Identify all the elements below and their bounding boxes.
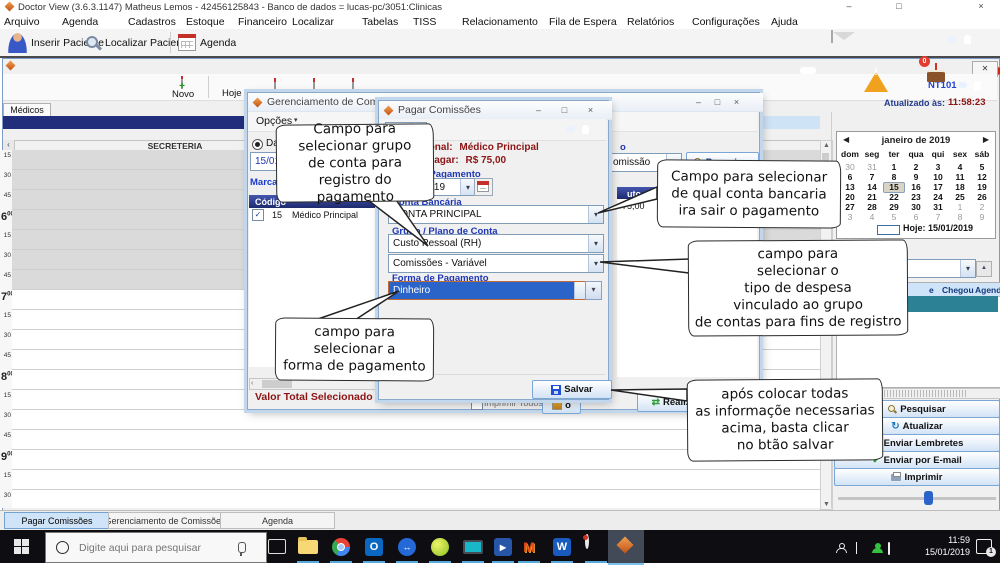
- menu-item-9[interactable]: Relacionamento: [462, 16, 538, 28]
- menu-item-8[interactable]: TISS: [413, 16, 436, 28]
- menu-item-11[interactable]: Relatórios: [627, 16, 674, 28]
- window-title: Doctor View (3.6.3.1147) Matheus Lemos -…: [18, 2, 442, 13]
- birthday-badge: 0: [919, 56, 930, 67]
- close-button[interactable]: [968, 0, 994, 13]
- calendar-icon: [178, 34, 196, 51]
- toolbar-separator: [170, 32, 171, 53]
- maximize-button[interactable]: [886, 0, 912, 13]
- menu-item-7[interactable]: Tabelas: [362, 16, 398, 28]
- magnifier-icon: [84, 34, 101, 51]
- menu-item-10[interactable]: Fila de Espera: [549, 16, 617, 28]
- app-icon: [5, 2, 15, 12]
- os-titlebar: Doctor View (3.6.3.1147) Matheus Lemos -…: [0, 0, 1000, 15]
- patient-icon: [8, 33, 27, 53]
- menu-item-4[interactable]: Estoque: [186, 16, 225, 28]
- menu-item-1[interactable]: Arquivo: [4, 16, 40, 28]
- main-toolbar: Inserir Paciente Localizar Paciente Agen…: [0, 29, 1000, 58]
- menu-item-3[interactable]: Cadastros: [128, 16, 176, 28]
- warning-icon[interactable]: [864, 61, 888, 92]
- mail-icon[interactable]: [831, 30, 833, 43]
- menu-item-5[interactable]: Financeiro: [238, 16, 287, 28]
- menu-item-13[interactable]: Ajuda: [771, 16, 798, 28]
- agenda-label: Agenda: [200, 37, 236, 49]
- menu-item-6[interactable]: Localizar: [292, 16, 334, 28]
- minimize-button[interactable]: [836, 0, 862, 13]
- menu-item-12[interactable]: Configurações: [692, 16, 760, 28]
- find-patient-button[interactable]: Localizar Paciente: [84, 32, 191, 53]
- menu-item-2[interactable]: Agenda: [62, 16, 98, 28]
- menubar: Arquivo Agenda Cadastros Estoque Financeiro L…: [0, 14, 1000, 30]
- agenda-button[interactable]: Agenda: [178, 32, 236, 53]
